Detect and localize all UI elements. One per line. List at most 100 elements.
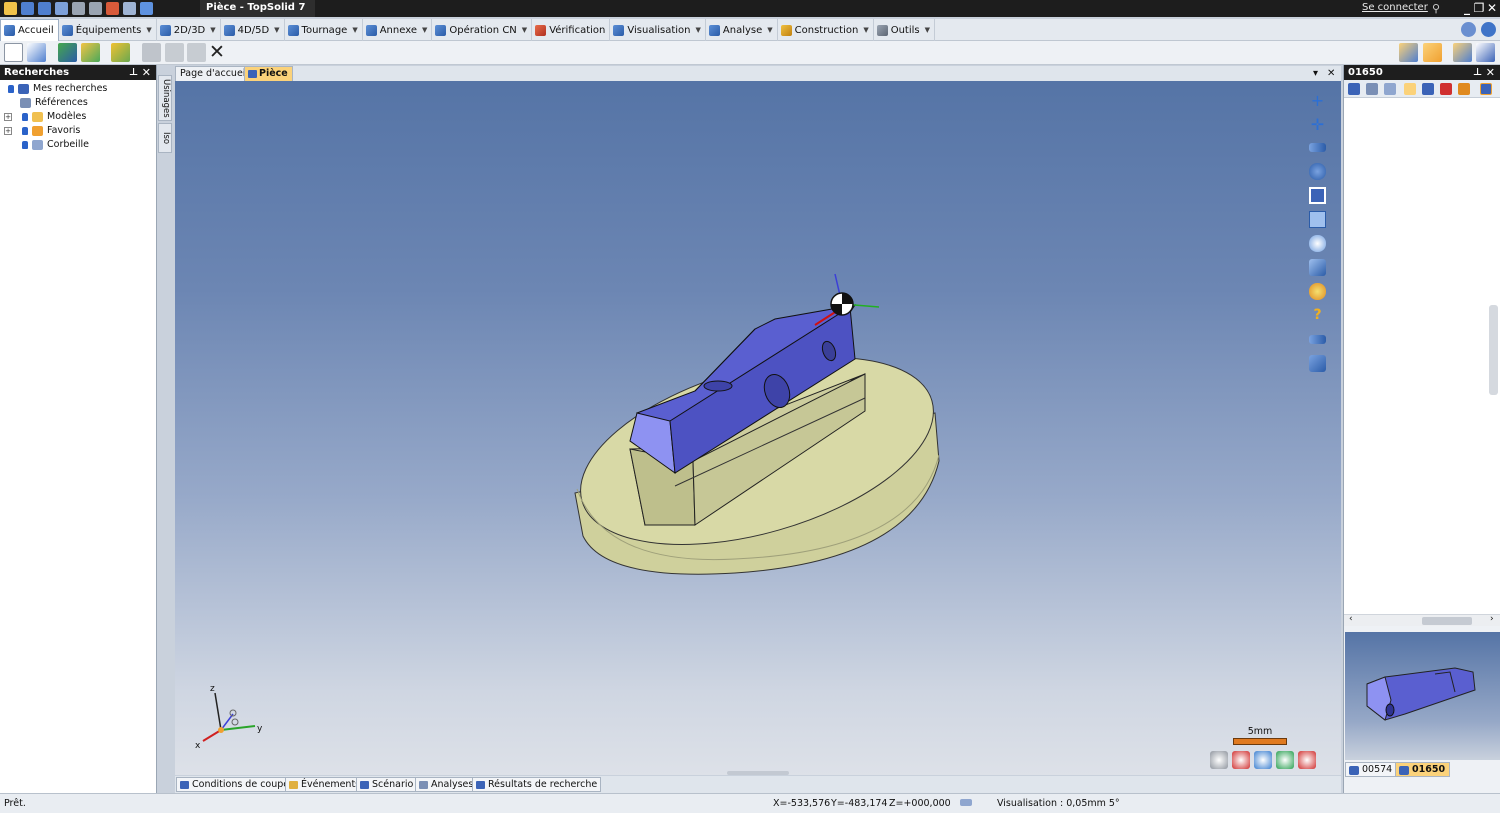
sort-icon[interactable]	[1404, 83, 1416, 95]
tab-resultats-recherche[interactable]: Résultats de recherche	[472, 777, 602, 792]
zoom-icon[interactable]	[1309, 235, 1326, 252]
chevron-down-icon[interactable]: ▼	[352, 26, 357, 34]
collision-icon[interactable]	[1254, 751, 1272, 769]
refresh-icon[interactable]	[123, 2, 136, 15]
red-cross-icon[interactable]	[1232, 751, 1250, 769]
chevron-down-icon[interactable]: ▼	[146, 26, 151, 34]
view-cube-icon[interactable]	[1309, 259, 1326, 276]
camera-icon[interactable]	[1210, 751, 1228, 769]
zoom-window-icon[interactable]	[1309, 211, 1326, 228]
add-point-icon[interactable]: +	[1309, 91, 1326, 110]
menu-4d5d[interactable]: 4D/5D ▼	[221, 19, 285, 41]
rendering-icon[interactable]	[1309, 283, 1326, 300]
filter-icon[interactable]	[1384, 83, 1396, 95]
tools-icon[interactable]	[1458, 83, 1470, 95]
tab-list-icon[interactable]: ▾	[1313, 66, 1318, 81]
menu-visualisation[interactable]: Visualisation ▼	[610, 19, 706, 41]
cut-icon[interactable]	[142, 43, 161, 62]
menu-accueil[interactable]: Accueil	[0, 19, 59, 41]
viewport-splitter[interactable]	[727, 771, 789, 775]
display-mode-icon[interactable]	[1399, 43, 1418, 62]
scroll-left-icon[interactable]: ‹	[1349, 614, 1353, 624]
tree-item-favoris[interactable]: + Favoris	[0, 124, 156, 138]
3d-viewport[interactable]: z y x + ✛ ? 5mm	[175, 81, 1341, 775]
restore-button[interactable]: ❐	[1472, 0, 1486, 17]
tab-page-accueil[interactable]: Page d'accueil	[175, 66, 254, 81]
chevron-down-icon[interactable]: ▼	[925, 26, 930, 34]
link-icon[interactable]	[1423, 43, 1442, 62]
delete-icon[interactable]: ✕	[209, 42, 225, 62]
views-icon[interactable]	[1309, 187, 1326, 204]
update-icon[interactable]	[111, 43, 130, 62]
new-document-icon[interactable]	[4, 43, 23, 62]
section-icon[interactable]	[1309, 355, 1326, 372]
tree-item-corbeille[interactable]: Corbeille	[0, 138, 156, 152]
user-icon[interactable]: ⚲	[1432, 2, 1440, 15]
tab-iso[interactable]: Iso	[158, 123, 172, 153]
pin-icon[interactable]: ⊥	[129, 65, 138, 80]
tab-analyses[interactable]: Analyses	[415, 777, 478, 792]
tab-usinages[interactable]: Usinages	[158, 75, 172, 121]
menu-outils[interactable]: Outils ▼	[874, 19, 936, 41]
chevron-down-icon[interactable]: ▼	[863, 26, 868, 34]
origin-marker[interactable]	[830, 273, 880, 316]
chart-icon[interactable]	[1276, 751, 1294, 769]
copy-icon[interactable]	[165, 43, 184, 62]
preview-tab-01650[interactable]: 01650	[1395, 762, 1451, 777]
close-button[interactable]: ✕	[1485, 0, 1499, 17]
pin-icon[interactable]: ⊥	[1473, 65, 1482, 80]
menu-verification[interactable]: Vérification	[532, 19, 611, 41]
chevron-down-icon[interactable]: ▼	[696, 26, 701, 34]
print-icon[interactable]	[55, 2, 68, 15]
window-layout-icon[interactable]	[1453, 43, 1472, 62]
tools-connect-icon[interactable]	[1461, 22, 1476, 37]
menu-analyse[interactable]: Analyse ▼	[706, 19, 778, 41]
tree-item-references[interactable]: Références	[0, 96, 156, 110]
close-document-icon[interactable]: ✕	[1327, 66, 1335, 81]
open-project-icon[interactable]	[58, 43, 77, 62]
menu-construction[interactable]: Construction ▼	[778, 19, 874, 41]
tab-piece[interactable]: Pièce	[244, 66, 293, 81]
screen-icon[interactable]	[1476, 43, 1495, 62]
tree-item-mes-recherches[interactable]: Mes recherches	[0, 82, 156, 96]
undo-icon[interactable]	[72, 2, 85, 15]
chevron-down-icon[interactable]: ▼	[210, 26, 215, 34]
open-document-icon[interactable]	[27, 43, 46, 62]
scroll-right-icon[interactable]: ›	[1490, 614, 1494, 624]
sign-in-link[interactable]: Se connecter	[1362, 2, 1428, 13]
tree-item-modeles[interactable]: + Modèles	[0, 110, 156, 124]
expand-icon[interactable]: +	[4, 113, 12, 121]
export-icon[interactable]	[106, 2, 119, 15]
tab-conditions-de-coupe[interactable]: Conditions de coupe	[176, 777, 294, 792]
stack-icon[interactable]	[1480, 83, 1492, 95]
frame-icon[interactable]: ✛	[1309, 115, 1326, 134]
preview-tab-00574[interactable]: 00574	[1345, 762, 1398, 777]
help-icon[interactable]	[1481, 22, 1496, 37]
menu-tournage[interactable]: Tournage ▼	[285, 19, 363, 41]
chevron-down-icon[interactable]: ▼	[274, 26, 279, 34]
close-panel-icon[interactable]: ✕	[142, 65, 151, 80]
flag-icon[interactable]	[1440, 83, 1452, 95]
app-menu-icon[interactable]	[4, 2, 17, 15]
hierarchy-icon[interactable]	[1366, 83, 1378, 95]
move-icon[interactable]	[1309, 163, 1326, 180]
layers-icon[interactable]	[1422, 83, 1434, 95]
direction-icon[interactable]	[1309, 143, 1326, 152]
tab-scenario[interactable]: Scénario	[356, 777, 418, 792]
paste-icon[interactable]	[187, 43, 206, 62]
menu-equipements[interactable]: Équipements ▼	[59, 19, 157, 41]
chevron-down-icon[interactable]: ▼	[422, 26, 427, 34]
query-icon[interactable]: ?	[1309, 307, 1326, 324]
measure-icon[interactable]	[1309, 335, 1326, 344]
open-folder-icon[interactable]	[81, 43, 100, 62]
tree-view-icon[interactable]	[1348, 83, 1360, 95]
tab-evenements[interactable]: Événements	[285, 777, 365, 792]
3d-model-view[interactable]: z y x	[175, 81, 1341, 775]
menu-annexe[interactable]: Annexe ▼	[363, 19, 433, 41]
save-icon[interactable]	[21, 2, 34, 15]
save-all-icon[interactable]	[38, 2, 51, 15]
redo-icon[interactable]	[89, 2, 102, 15]
scroll-thumb[interactable]	[1422, 617, 1472, 625]
units-icon[interactable]	[960, 799, 972, 806]
chevron-down-icon[interactable]: ▼	[767, 26, 772, 34]
